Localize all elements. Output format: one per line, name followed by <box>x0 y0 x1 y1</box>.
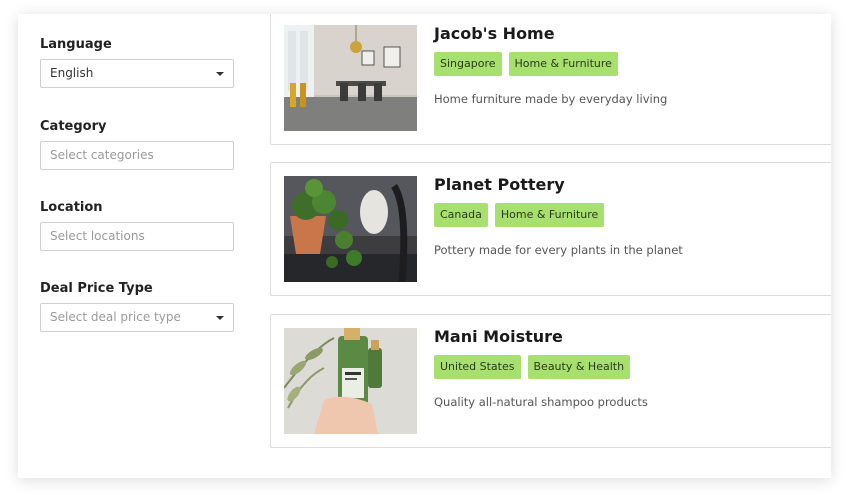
category-input[interactable]: Select categories <box>40 141 234 170</box>
location-filter: Location Select locations <box>40 199 236 251</box>
listing-card[interactable]: Planet Pottery Canada Home & Furniture P… <box>270 162 831 296</box>
language-label: Language <box>40 37 112 52</box>
language-select-value: English <box>50 66 94 80</box>
location-placeholder: Select locations <box>50 229 145 243</box>
listing-description: Quality all-natural shampoo products <box>434 395 648 409</box>
category-placeholder: Select categories <box>50 148 154 162</box>
location-label: Location <box>40 200 103 215</box>
listing-title[interactable]: Mani Moisture <box>434 327 563 346</box>
location-tag[interactable]: United States <box>434 355 521 379</box>
chevron-down-icon <box>216 72 224 76</box>
deal-price-type-label: Deal Price Type <box>40 281 153 296</box>
shampoo-bottles-photo[interactable] <box>284 328 417 434</box>
potted-plant-photo[interactable] <box>284 176 417 282</box>
category-filter: Category Select categories <box>40 118 236 170</box>
language-filter: Language English <box>40 36 236 88</box>
listing-card[interactable]: Jacob's Home Singapore Home & Furniture … <box>270 14 831 145</box>
listings-panel: Language English Category Select categor… <box>18 14 831 478</box>
location-input[interactable]: Select locations <box>40 222 234 251</box>
deal-price-type-filter: Deal Price Type Select deal price type <box>40 280 236 332</box>
tag-list: Canada Home & Furniture <box>434 203 605 227</box>
tag-list: Singapore Home & Furniture <box>434 52 618 76</box>
location-tag[interactable]: Canada <box>434 203 488 227</box>
category-label: Category <box>40 119 107 134</box>
listing-title[interactable]: Jacob's Home <box>434 24 555 43</box>
language-select[interactable]: English <box>40 59 234 88</box>
listing-card[interactable]: Mani Moisture United States Beauty & Hea… <box>270 314 831 448</box>
listing-description: Pottery made for every plants in the pla… <box>434 243 683 257</box>
deal-price-type-select[interactable]: Select deal price type <box>40 303 234 332</box>
category-tag[interactable]: Home & Furniture <box>508 52 618 76</box>
deal-price-type-placeholder: Select deal price type <box>50 310 181 324</box>
category-tag[interactable]: Home & Furniture <box>494 203 605 227</box>
location-tag[interactable]: Singapore <box>434 52 502 76</box>
listing-description: Home furniture made by everyday living <box>434 92 668 106</box>
dining-room-photo[interactable] <box>284 25 417 131</box>
chevron-down-icon <box>216 316 224 320</box>
tag-list: United States Beauty & Health <box>434 355 631 379</box>
listing-title[interactable]: Planet Pottery <box>434 175 565 194</box>
category-tag[interactable]: Beauty & Health <box>527 355 631 379</box>
